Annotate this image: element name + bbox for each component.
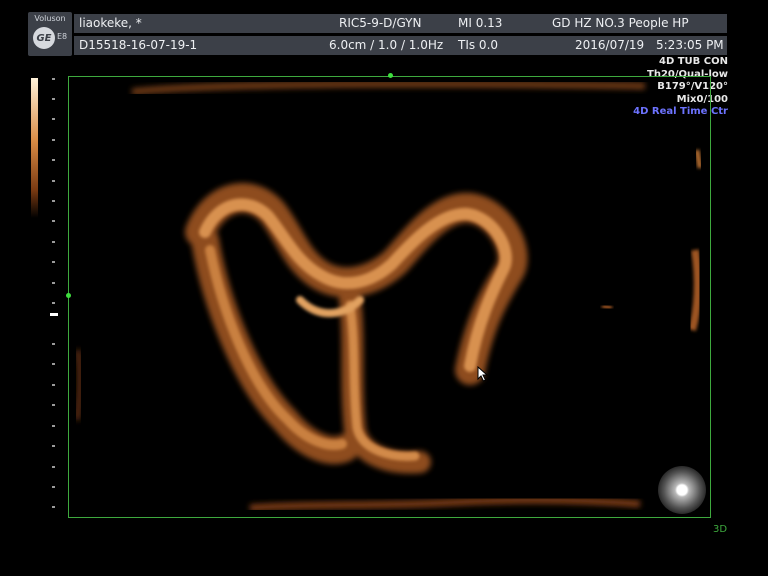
trackball-icon[interactable] <box>658 466 706 514</box>
render-frame[interactable] <box>68 76 711 518</box>
frame-handle-top[interactable] <box>388 73 393 78</box>
frame-handle-left[interactable] <box>66 293 71 298</box>
view-label: 3D <box>713 524 728 535</box>
mouse-cursor-icon <box>477 366 489 382</box>
